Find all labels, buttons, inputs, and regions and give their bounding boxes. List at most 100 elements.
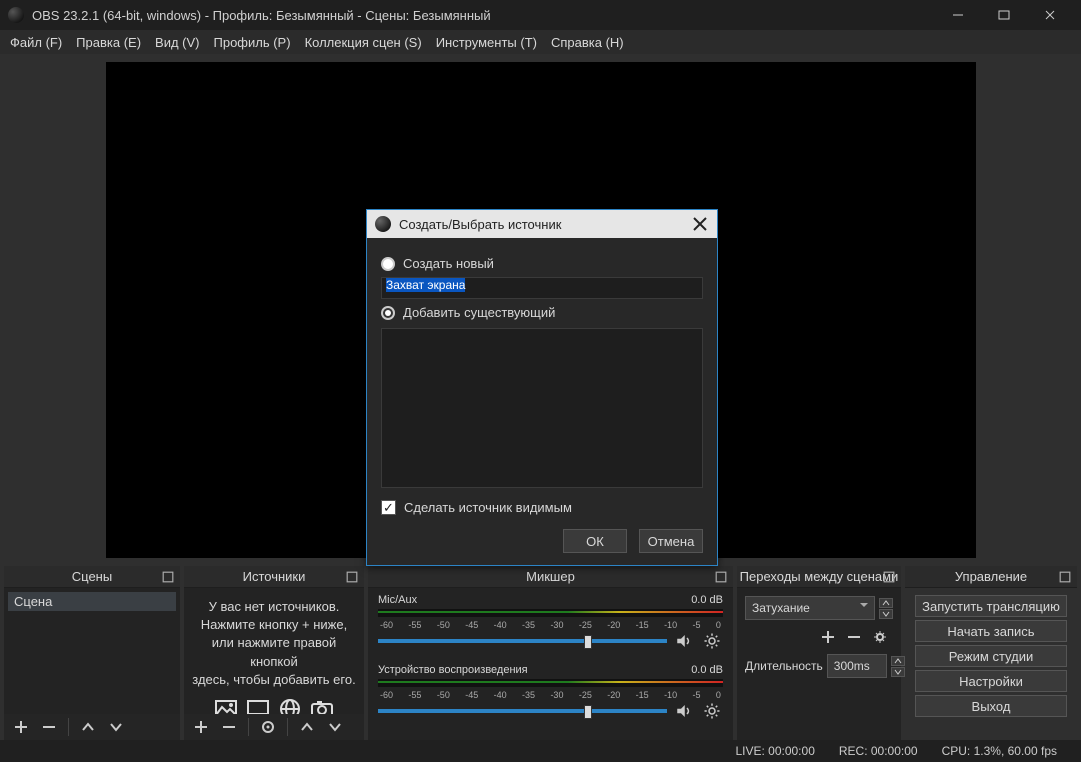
transitions-dock: Переходы между сценами Затухание Длитель…	[737, 566, 901, 740]
source-name-input[interactable]: Захват экрана	[381, 277, 703, 299]
transitions-popout-icon[interactable]	[883, 571, 895, 583]
sources-header: Источники	[184, 566, 364, 588]
duration-up-icon[interactable]	[891, 656, 905, 666]
sources-toolbar	[184, 714, 364, 740]
sources-empty-text: У вас нет источников. Нажмите кнопку + н…	[188, 592, 360, 693]
source-props-button[interactable]	[259, 718, 277, 736]
sources-dock: Источники У вас нет источников. Нажмите …	[184, 566, 364, 740]
transition-down-icon[interactable]	[879, 609, 893, 619]
separator	[248, 718, 249, 736]
mute-icon[interactable]	[673, 700, 695, 722]
mixer-dock: Микшер Mic/Aux 0.0 dB -60-55-50-45-40-35…	[368, 566, 733, 740]
mixer-ch-name: Устройство воспроизведения	[378, 664, 528, 676]
menu-scene-collection[interactable]: Коллекция сцен (S)	[305, 35, 422, 50]
window-title: OBS 23.2.1 (64-bit, windows) - Профиль: …	[32, 8, 935, 23]
radio-add-existing[interactable]: Добавить существующий	[381, 305, 703, 320]
add-transition-button[interactable]	[819, 628, 837, 646]
gear-icon[interactable]	[701, 630, 723, 652]
scene-item[interactable]: Сцена	[8, 592, 176, 611]
minimize-button[interactable]	[935, 0, 981, 30]
make-visible-label: Сделать источник видимым	[404, 500, 572, 515]
checkbox-icon: ✓	[381, 500, 396, 515]
source-down-button[interactable]	[326, 718, 344, 736]
remove-source-button[interactable]	[220, 718, 238, 736]
dialog-titlebar[interactable]: Создать/Выбрать источник	[367, 210, 717, 238]
controls-body: Запустить трансляцию Начать запись Режим…	[905, 588, 1077, 740]
sources-popout-icon[interactable]	[346, 571, 358, 583]
mixer-volume-slider[interactable]	[378, 639, 667, 643]
menu-file[interactable]: Файл (F)	[10, 35, 62, 50]
radio-create-new[interactable]: Создать новый	[381, 256, 703, 271]
add-scene-button[interactable]	[12, 718, 30, 736]
dialog-close-button[interactable]	[691, 215, 709, 233]
add-source-button[interactable]	[192, 718, 210, 736]
statusbar: LIVE: 00:00:00 REC: 00:00:00 CPU: 1.3%, …	[0, 740, 1081, 762]
menu-help[interactable]: Справка (H)	[551, 35, 624, 50]
exit-button[interactable]: Выход	[915, 695, 1067, 717]
app-icon	[8, 7, 24, 23]
close-button[interactable]	[1027, 0, 1073, 30]
mixer-channel: Устройство воспроизведения 0.0 dB -60-55…	[372, 662, 729, 724]
status-live: LIVE: 00:00:00	[735, 744, 814, 758]
maximize-button[interactable]	[981, 0, 1027, 30]
mixer-ticks: -60-55-50-45-40-35-30-25-20-15-10-50	[378, 620, 723, 630]
mixer-meter	[378, 679, 723, 687]
cancel-button[interactable]: Отмена	[639, 529, 703, 553]
duration-label: Длительность	[745, 659, 823, 673]
scenes-dock: Сцены Сцена	[4, 566, 180, 740]
mixer-meter	[378, 609, 723, 617]
scenes-header: Сцены	[4, 566, 180, 588]
transition-up-icon[interactable]	[879, 598, 893, 608]
transition-select[interactable]: Затухание	[745, 596, 875, 620]
create-source-dialog: Создать/Выбрать источник Создать новый З…	[366, 209, 718, 566]
menu-profile[interactable]: Профиль (P)	[214, 35, 291, 50]
scene-down-button[interactable]	[107, 718, 125, 736]
menubar: Файл (F) Правка (E) Вид (V) Профиль (P) …	[0, 30, 1081, 54]
status-cpu: CPU: 1.3%, 60.00 fps	[942, 744, 1057, 758]
scenes-popout-icon[interactable]	[162, 571, 174, 583]
remove-transition-button[interactable]	[845, 628, 863, 646]
radio-icon	[381, 257, 395, 271]
remove-scene-button[interactable]	[40, 718, 58, 736]
source-up-button[interactable]	[298, 718, 316, 736]
mixer-ch-db: 0.0 dB	[691, 594, 723, 606]
controls-header: Управление	[905, 566, 1077, 588]
duration-down-icon[interactable]	[891, 667, 905, 677]
transition-settings-button[interactable]	[871, 628, 889, 646]
start-record-button[interactable]: Начать запись	[915, 620, 1067, 642]
existing-sources-list[interactable]	[381, 328, 703, 488]
scenes-list[interactable]: Сцена	[4, 588, 180, 740]
mixer-header: Микшер	[368, 566, 733, 588]
menu-edit[interactable]: Правка (E)	[76, 35, 141, 50]
dialog-title: Создать/Выбрать источник	[399, 217, 691, 232]
mixer-volume-slider[interactable]	[378, 709, 667, 713]
radio-add-existing-label: Добавить существующий	[403, 305, 555, 320]
sources-body[interactable]: У вас нет источников. Нажмите кнопку + н…	[184, 588, 364, 740]
radio-icon	[381, 306, 395, 320]
duration-value[interactable]: 300ms	[827, 654, 887, 678]
mixer-body: Mic/Aux 0.0 dB -60-55-50-45-40-35-30-25-…	[368, 588, 733, 740]
menu-view[interactable]: Вид (V)	[155, 35, 199, 50]
docks-row: Сцены Сцена Источники У вас нет источник…	[0, 566, 1081, 740]
start-stream-button[interactable]: Запустить трансляцию	[915, 595, 1067, 617]
controls-title: Управление	[955, 569, 1027, 584]
dialog-body: Создать новый Захват экрана Добавить сущ…	[367, 238, 717, 565]
mixer-popout-icon[interactable]	[715, 571, 727, 583]
menu-tools[interactable]: Инструменты (T)	[436, 35, 537, 50]
scene-up-button[interactable]	[79, 718, 97, 736]
controls-popout-icon[interactable]	[1059, 571, 1071, 583]
scenes-title: Сцены	[72, 569, 112, 584]
mixer-channel: Mic/Aux 0.0 dB -60-55-50-45-40-35-30-25-…	[372, 592, 729, 654]
separator	[287, 718, 288, 736]
ok-button[interactable]: ОК	[563, 529, 627, 553]
controls-dock: Управление Запустить трансляцию Начать з…	[905, 566, 1077, 740]
studio-mode-button[interactable]: Режим студии	[915, 645, 1067, 667]
radio-create-new-label: Создать новый	[403, 256, 494, 271]
make-visible-checkbox[interactable]: ✓ Сделать источник видимым	[381, 500, 703, 515]
gear-icon[interactable]	[701, 700, 723, 722]
sources-title: Источники	[243, 569, 306, 584]
mixer-ticks: -60-55-50-45-40-35-30-25-20-15-10-50	[378, 690, 723, 700]
settings-button[interactable]: Настройки	[915, 670, 1067, 692]
mute-icon[interactable]	[673, 630, 695, 652]
transitions-title: Переходы между сценами	[740, 569, 899, 584]
